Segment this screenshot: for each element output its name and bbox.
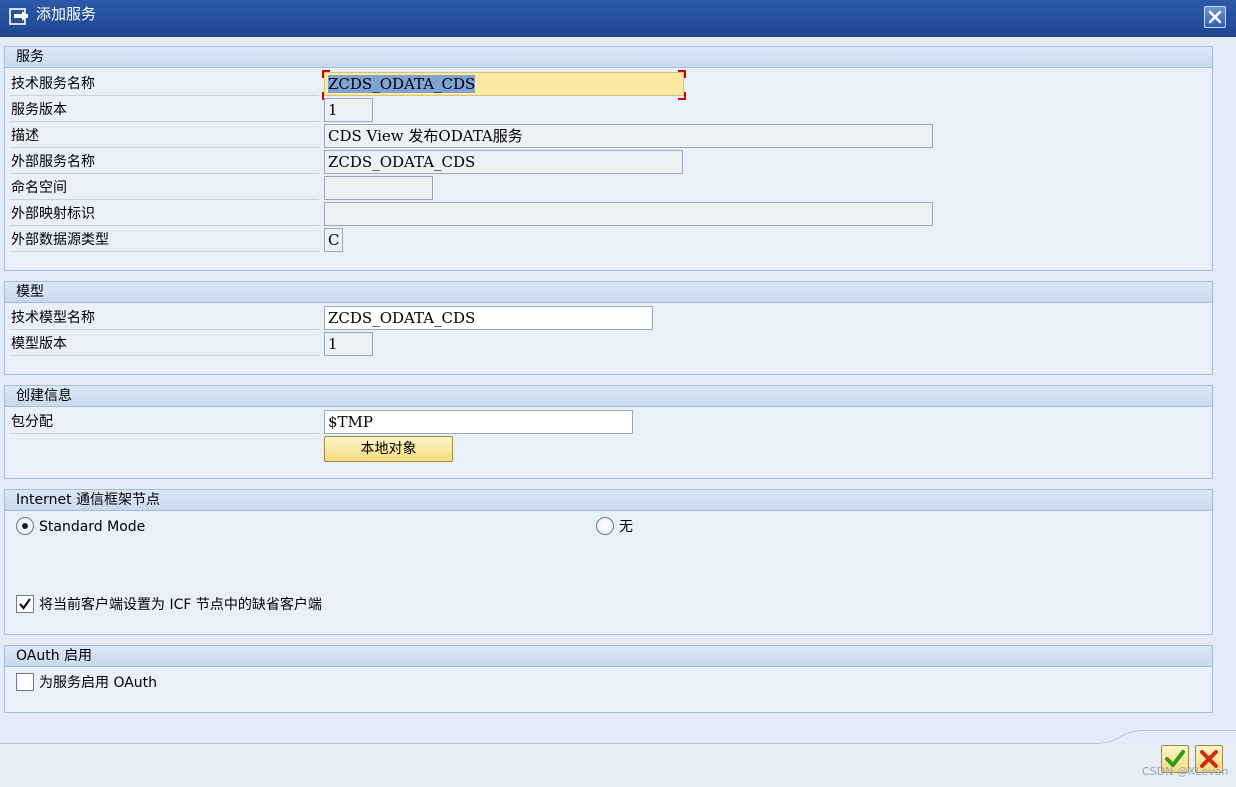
label-model-version: 模型版本	[10, 332, 319, 356]
footer-curve	[1095, 730, 1236, 744]
external-mapping-id-field[interactable]	[324, 202, 933, 226]
enable-oauth-checkbox-label: 为服务启用 OAuth	[39, 675, 158, 691]
label-external-datasource-type: 外部数据源类型	[10, 228, 319, 252]
local-object-button[interactable]: 本地对象	[324, 436, 453, 462]
oauth-group: OAuth 启用	[4, 645, 1213, 713]
namespace-field[interactable]	[324, 176, 433, 200]
external-datasource-type-field[interactable]: C	[324, 228, 343, 252]
creation-info-group-header: 创建信息	[5, 386, 1212, 407]
icf-node-group-header: Internet 通信框架节点	[5, 490, 1212, 511]
focus-corner-tr	[678, 70, 686, 78]
model-version-field[interactable]: 1	[324, 332, 373, 356]
service-group-header: 服务	[5, 47, 1212, 68]
radio-none-label: 无	[619, 519, 633, 535]
label-namespace: 命名空间	[10, 176, 319, 200]
radio-standard-mode-circle[interactable]	[16, 517, 34, 535]
title-bar: 添加服务	[0, 0, 1236, 37]
label-external-mapping-id: 外部映射标识	[10, 202, 319, 226]
technical-service-name-input[interactable]: ZCDS_ODATA_CDS	[324, 72, 684, 96]
label-service-version: 服务版本	[10, 98, 319, 122]
dialog-icon	[9, 8, 28, 25]
enable-oauth-checkbox[interactable]	[16, 673, 34, 691]
footer-area	[0, 744, 1236, 787]
radio-none-circle[interactable]	[596, 517, 614, 535]
label-external-service-name: 外部服务名称	[10, 150, 319, 174]
dialog-title: 添加服务	[36, 5, 97, 23]
technical-service-name-value: ZCDS_ODATA_CDS	[328, 75, 476, 93]
description-field[interactable]: CDS View 发布ODATA服务	[324, 124, 933, 148]
checkmark-icon	[19, 598, 31, 610]
technical-model-name-input[interactable]: ZCDS_ODATA_CDS	[324, 306, 653, 330]
close-icon	[1208, 10, 1222, 24]
label-description: 描述	[10, 124, 319, 148]
watermark: CSDN @XLevon	[1142, 765, 1229, 778]
default-client-checkbox[interactable]	[16, 595, 34, 613]
label-technical-service-name: 技术服务名称	[10, 72, 319, 96]
service-version-field[interactable]: 1	[324, 98, 373, 122]
radio-standard-mode-label: Standard Mode	[39, 519, 146, 535]
external-service-name-field[interactable]: ZCDS_ODATA_CDS	[324, 150, 683, 174]
close-button[interactable]	[1204, 6, 1226, 28]
default-client-checkbox-label: 将当前客户端设置为 ICF 节点中的缺省客户端	[39, 597, 322, 613]
focus-corner-tl	[322, 70, 330, 78]
add-service-dialog: 添加服务 服务 技术服务名称 ZCDS_ODATA_CDS 服务版本 1 描述 …	[0, 0, 1236, 787]
model-group-header: 模型	[5, 282, 1212, 303]
footer-divider	[0, 743, 1100, 744]
radio-selected-dot	[22, 523, 28, 529]
label-package-assignment: 包分配	[10, 410, 319, 434]
label-technical-model-name: 技术模型名称	[10, 306, 319, 330]
package-assignment-input[interactable]: $TMP	[324, 410, 633, 434]
focus-corner-br	[678, 92, 686, 100]
oauth-group-header: OAuth 启用	[5, 646, 1212, 667]
